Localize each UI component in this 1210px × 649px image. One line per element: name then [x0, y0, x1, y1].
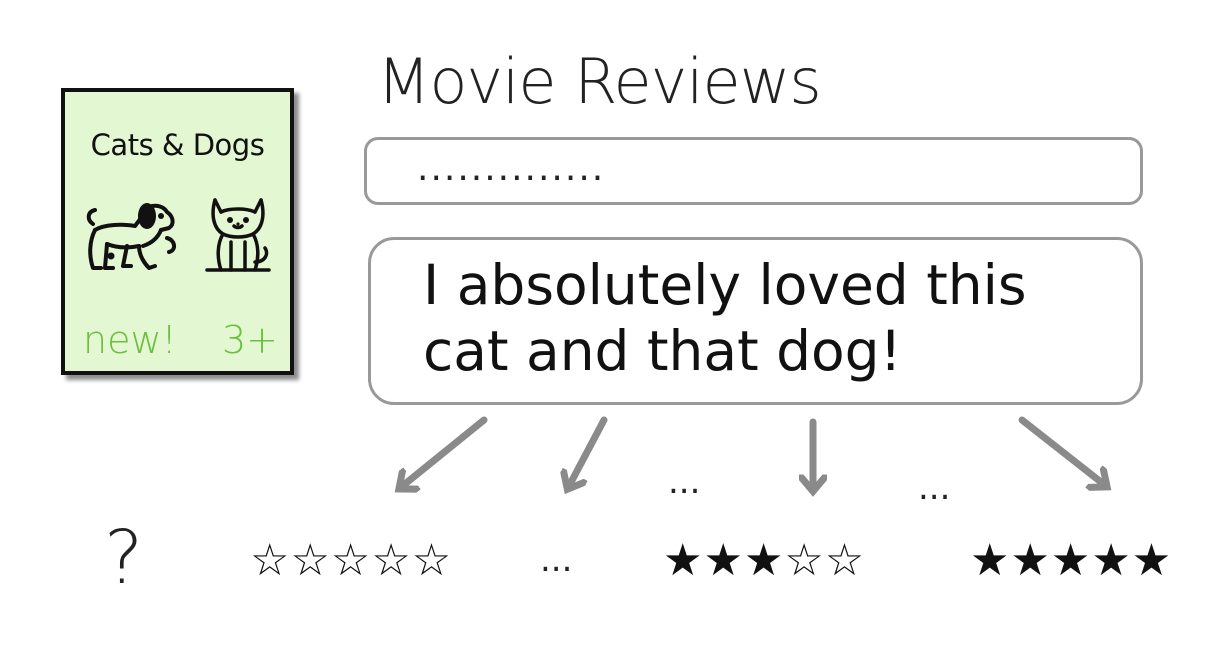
arrow-ellipsis-2: ... [918, 468, 951, 508]
three-star-rating: ★★★☆☆ [663, 535, 866, 586]
five-star-rating: ★★★★★ [970, 535, 1173, 586]
arrow-to-ellipsis [568, 416, 608, 488]
arrow-to-zero-stars [400, 416, 488, 488]
rating-ellipsis: ... [540, 540, 573, 580]
arrow-to-five-stars [1018, 416, 1106, 486]
zero-star-rating: ☆☆☆☆☆ [250, 535, 453, 586]
unknown-rating: ? [104, 515, 144, 601]
arrow-ellipsis-1: ... [668, 462, 701, 502]
